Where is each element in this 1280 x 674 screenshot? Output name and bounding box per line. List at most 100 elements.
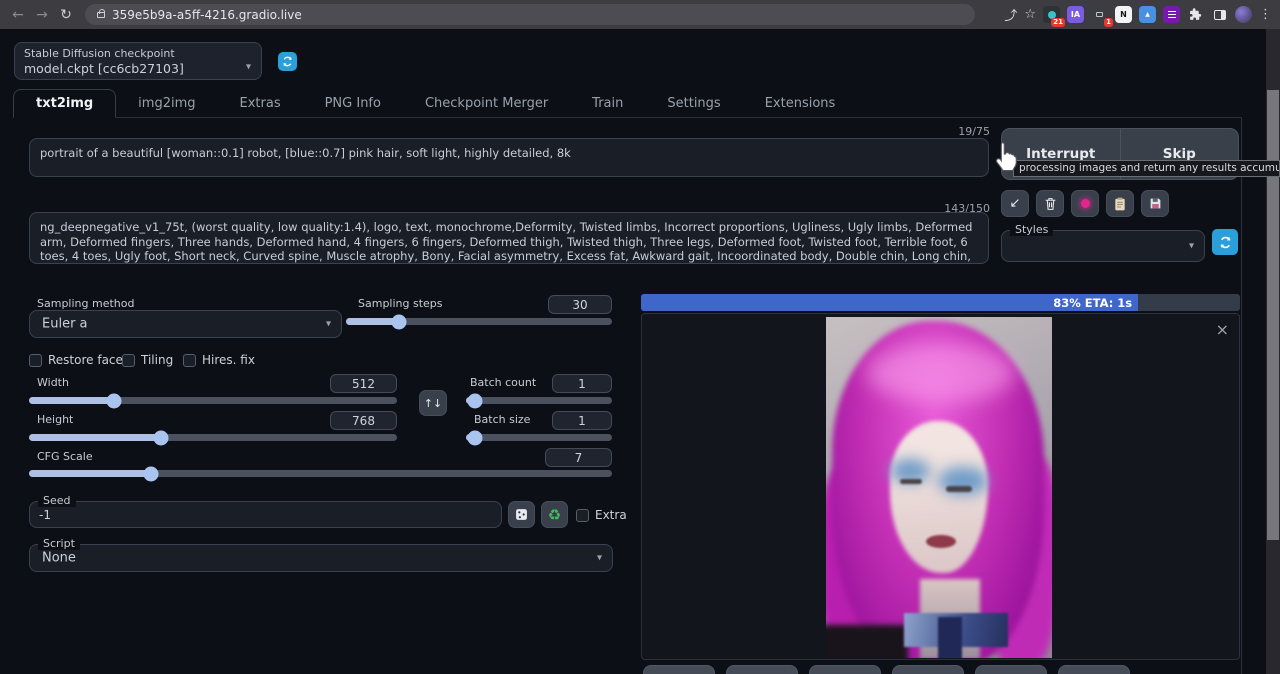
read-params-button[interactable]: ↙	[1001, 190, 1029, 217]
tab-checkpoint-merger[interactable]: Checkpoint Merger	[403, 90, 570, 117]
back-icon[interactable]: ←	[6, 7, 30, 23]
send-to-inpaint-button[interactable]	[892, 665, 964, 674]
cfg-scale-label: CFG Scale	[37, 450, 93, 463]
height-input[interactable]: 768	[330, 411, 397, 430]
seed-input[interactable]: Seed -1	[29, 501, 502, 528]
script-label: Script	[38, 537, 80, 550]
progress-label: 83% ETA: 1s	[1053, 296, 1132, 310]
tab-img2img[interactable]: img2img	[116, 90, 217, 117]
pin-badge: 21	[1051, 18, 1065, 27]
tiling-label: Tiling	[141, 353, 173, 367]
tab-train[interactable]: Train	[570, 90, 645, 117]
batch-size-label: Batch size	[474, 413, 530, 426]
app-window: ← → ↻ 359e5b9a-a5ff-4216.gradio.live ⤴ ☆…	[0, 0, 1280, 674]
clear-prompt-button[interactable]	[1036, 190, 1064, 217]
address-bar[interactable]: 359e5b9a-a5ff-4216.gradio.live	[85, 4, 975, 25]
extra-seed-checkbox[interactable]: Extra	[576, 508, 627, 522]
styles-select[interactable]: Styles ▾	[1001, 230, 1205, 262]
profile-avatar[interactable]	[1235, 6, 1252, 23]
dice-icon	[515, 508, 528, 521]
cfg-scale-input[interactable]: 7	[545, 448, 612, 467]
arrow-downleft-icon: ↙	[1010, 196, 1021, 211]
content-right-border	[1241, 117, 1242, 674]
tiling-checkbox[interactable]: Tiling	[122, 353, 173, 367]
restore-faces-checkbox[interactable]: Restore faces	[29, 353, 129, 367]
extra-action-button[interactable]	[1058, 665, 1130, 674]
recycle-icon: ♻	[548, 506, 561, 524]
swap-dimensions-button[interactable]: ↑↓	[419, 390, 447, 416]
pin-extension-icon[interactable]: 21	[1043, 6, 1060, 23]
restore-faces-label: Restore faces	[48, 353, 129, 367]
notion-extension-icon[interactable]: N	[1115, 6, 1132, 23]
output-gallery: ×	[641, 313, 1240, 660]
tab-settings[interactable]: Settings	[645, 90, 742, 117]
chevron-down-icon: ▾	[326, 319, 331, 330]
width-label: Width	[37, 376, 69, 389]
width-input[interactable]: 512	[330, 374, 397, 393]
cfg-scale-slider[interactable]	[29, 470, 612, 477]
forward-icon[interactable]: →	[30, 7, 54, 23]
save-style-button[interactable]	[1141, 190, 1169, 217]
save-button[interactable]	[643, 665, 715, 674]
camera-badge: 1	[1104, 18, 1113, 27]
batch-count-input[interactable]: 1	[552, 374, 612, 393]
checkpoint-value: model.ckpt [cc6cb27103]	[24, 61, 184, 76]
sampling-steps-slider[interactable]	[346, 318, 612, 325]
tab-png-info[interactable]: PNG Info	[303, 90, 403, 117]
share-icon[interactable]: ⤴	[1004, 5, 1017, 24]
bookmark-star-icon[interactable]: ☆	[1024, 7, 1036, 22]
side-panel-icon[interactable]	[1211, 6, 1228, 23]
negative-prompt-textarea[interactable]: ng_deepnegative_v1_75t, (worst quality, …	[29, 212, 989, 264]
sampling-steps-label: Sampling steps	[358, 297, 443, 310]
send-to-extras-button[interactable]	[975, 665, 1047, 674]
onenote-extension-icon[interactable]	[1163, 6, 1180, 23]
checkpoint-select[interactable]: Stable Diffusion checkpoint model.ckpt […	[14, 42, 262, 80]
sampling-method-select[interactable]: Euler a ▾	[29, 310, 342, 338]
refresh-checkpoint-button[interactable]	[278, 52, 297, 71]
apply-style-button[interactable]	[1106, 190, 1134, 217]
close-icon[interactable]: ×	[1216, 322, 1229, 338]
clipboard-icon	[1114, 197, 1126, 211]
seed-label: Seed	[38, 494, 76, 507]
style-card-button[interactable]	[1071, 190, 1099, 217]
height-slider[interactable]	[29, 434, 397, 441]
ia-extension-icon[interactable]: IA	[1067, 6, 1084, 23]
progress-fill: 83% ETA: 1s	[641, 294, 1138, 311]
generation-progress-bar: 83% ETA: 1s	[641, 294, 1240, 311]
tab-extensions[interactable]: Extensions	[743, 90, 858, 117]
flower-card-icon	[1081, 199, 1090, 208]
tab-extras[interactable]: Extras	[218, 90, 303, 117]
send-to-img2img-button[interactable]	[809, 665, 881, 674]
zip-button[interactable]	[726, 665, 798, 674]
reuse-seed-button[interactable]: ♻	[541, 501, 568, 528]
preview-image[interactable]	[826, 317, 1052, 658]
url-text: 359e5b9a-a5ff-4216.gradio.live	[112, 8, 302, 22]
checkbox-icon	[29, 354, 42, 367]
image-extension-icon[interactable]: ▲	[1139, 6, 1156, 23]
main-tabs: txt2img img2img Extras PNG Info Checkpoi…	[13, 90, 1241, 118]
batch-count-slider[interactable]	[466, 397, 612, 404]
browser-menu-icon[interactable]: ⋮	[1259, 7, 1272, 22]
tab-txt2img[interactable]: txt2img	[13, 89, 116, 118]
random-seed-button[interactable]	[508, 501, 535, 528]
script-value: None	[42, 551, 76, 566]
chevron-down-icon: ▾	[597, 553, 602, 564]
width-slider[interactable]	[29, 397, 397, 404]
batch-size-slider[interactable]	[466, 434, 612, 441]
puzzle-extensions-icon[interactable]	[1187, 6, 1204, 23]
interrupt-tooltip: processing images and return any results…	[1013, 160, 1280, 177]
sampling-steps-input[interactable]: 30	[548, 295, 612, 314]
hires-fix-checkbox[interactable]: Hires. fix	[183, 353, 255, 367]
sampling-method-label: Sampling method	[37, 297, 134, 310]
batch-size-input[interactable]: 1	[552, 411, 612, 430]
reload-icon[interactable]: ↻	[54, 7, 78, 23]
camera-extension-icon[interactable]: 1	[1091, 6, 1108, 23]
script-select[interactable]: Script None ▾	[29, 544, 613, 572]
refresh-styles-button[interactable]	[1212, 229, 1238, 255]
scrollbar-thumb[interactable]	[1267, 90, 1279, 540]
prompt-textarea[interactable]: portrait of a beautiful [woman::0.1] rob…	[29, 138, 989, 177]
hires-fix-label: Hires. fix	[202, 353, 255, 367]
styles-label: Styles	[1010, 223, 1053, 236]
seed-value: -1	[39, 508, 51, 522]
checkbox-icon	[122, 354, 135, 367]
